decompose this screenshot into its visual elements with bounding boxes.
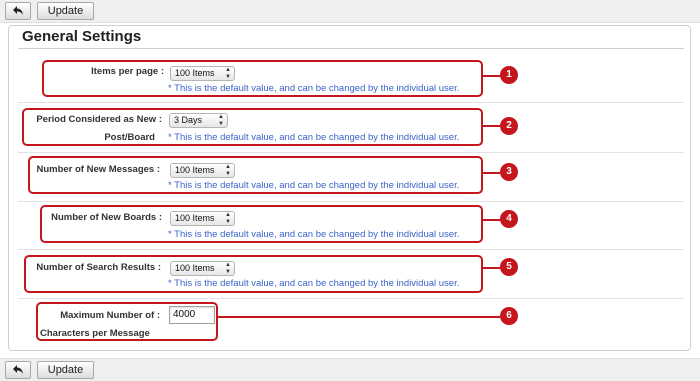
callout-leader-3 <box>483 172 500 174</box>
callout-leader-5 <box>483 267 500 269</box>
highlight-box-2 <box>22 108 483 146</box>
callout-badge-5: 5 <box>500 258 518 276</box>
back-arrow-icon <box>13 365 23 374</box>
highlight-box-6 <box>36 302 218 341</box>
title-divider <box>18 48 684 49</box>
back-button[interactable] <box>5 361 31 379</box>
callout-badge-4: 4 <box>500 210 518 228</box>
callout-leader-4 <box>483 219 500 221</box>
back-button[interactable] <box>5 2 31 20</box>
highlight-box-3 <box>28 156 483 194</box>
section-title: General Settings <box>22 28 142 45</box>
back-arrow-icon <box>13 6 23 15</box>
callout-badge-6: 6 <box>500 307 518 325</box>
row-divider <box>18 201 684 202</box>
update-button[interactable]: Update <box>37 361 94 379</box>
row-divider <box>18 102 684 103</box>
bottom-toolbar: Update <box>0 358 700 381</box>
top-toolbar: Update <box>0 0 700 23</box>
callout-leader-2 <box>483 125 500 127</box>
highlight-box-5 <box>24 255 483 293</box>
callout-badge-1: 1 <box>500 66 518 84</box>
highlight-box-1 <box>42 60 483 97</box>
callout-leader-6 <box>218 316 500 318</box>
callout-badge-2: 2 <box>500 117 518 135</box>
callout-badge-3: 3 <box>500 163 518 181</box>
row-divider <box>18 249 684 250</box>
update-button[interactable]: Update <box>37 2 94 20</box>
row-divider <box>18 152 684 153</box>
row-divider <box>18 298 684 299</box>
callout-leader-1 <box>483 75 500 77</box>
highlight-box-4 <box>40 205 483 243</box>
